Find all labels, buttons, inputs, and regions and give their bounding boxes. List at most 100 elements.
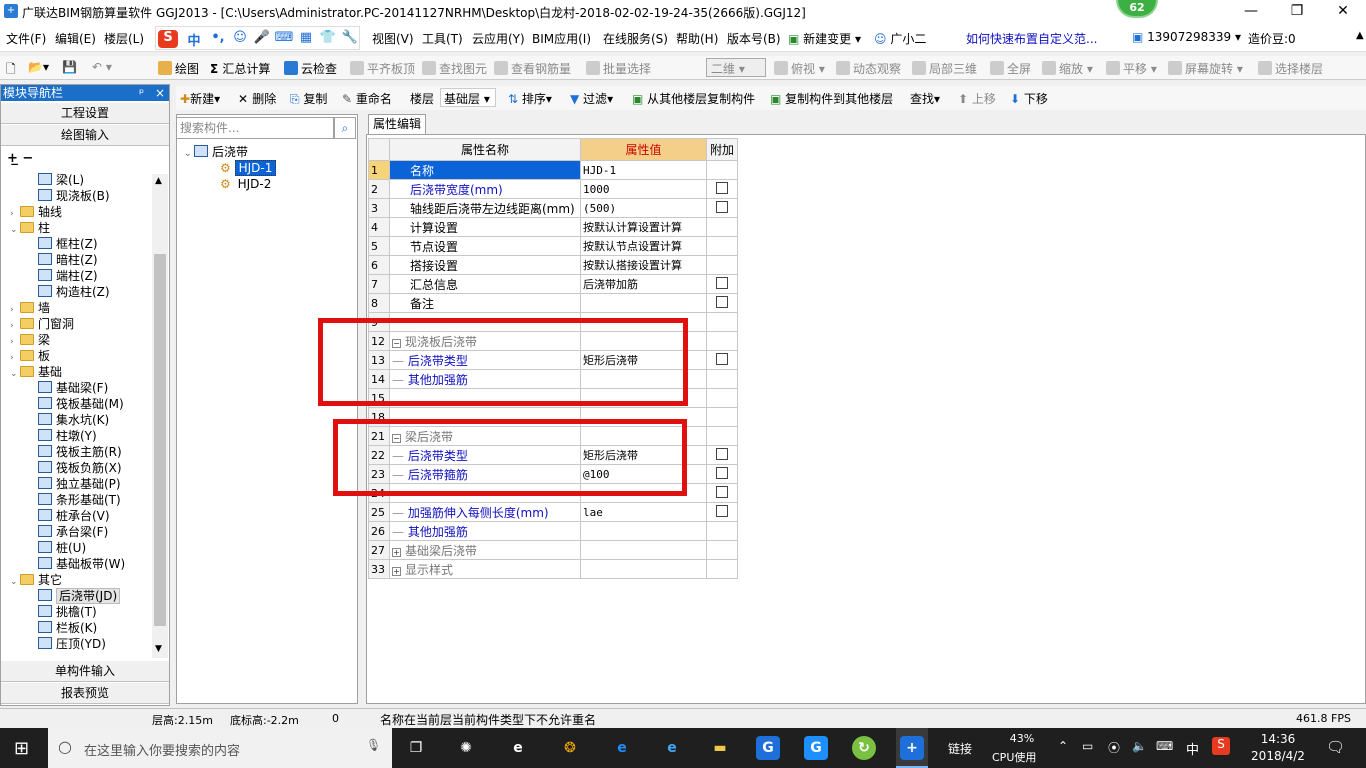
component-root[interactable]: ⌄ 后浇带 (184, 144, 248, 160)
punctuation-icon[interactable]: •, (208, 30, 228, 48)
tree-node[interactable]: 桩(U) (38, 540, 86, 556)
extra-checkbox[interactable] (716, 277, 728, 289)
tree-scrollbar[interactable]: ▲ ▼ (152, 174, 168, 658)
green-app-icon[interactable]: ↻ (852, 736, 876, 760)
tree-node[interactable]: 构造柱(Z) (38, 284, 110, 300)
account-menu[interactable]: ▣ 13907298339 ▾ (1132, 30, 1241, 44)
tree-node[interactable]: 承台梁(F) (38, 524, 108, 540)
property-value[interactable]: lae (580, 502, 707, 522)
volume-icon[interactable]: 🔈 (1132, 739, 1147, 753)
voice-icon[interactable]: 🎤 (252, 30, 272, 48)
property-value[interactable]: 后浇带加筋 (580, 274, 707, 294)
undo-icon[interactable]: ↶ ▾ (92, 60, 112, 74)
select-floor-button[interactable]: 选择楼层 (1258, 60, 1323, 77)
property-row[interactable]: 6 搭接设置 按默认搭接设置计算 (368, 255, 738, 275)
keyboard-icon[interactable]: ⌨ (274, 30, 294, 48)
dynamic-view-button[interactable]: 动态观察 (836, 60, 901, 77)
tree-node[interactable]: 筏板负筋(X) (38, 460, 122, 476)
local-3d-button[interactable]: 局部三维 (912, 60, 977, 77)
minimize-button[interactable]: — (1228, 0, 1274, 24)
tab-property-edit[interactable]: 属性编辑 (368, 114, 426, 134)
property-value[interactable]: (500) (580, 198, 707, 218)
scroll-down-icon[interactable]: ▼ (155, 644, 162, 654)
maximize-button[interactable]: ❐ (1274, 0, 1320, 24)
view-mode-select[interactable]: 二维 ▾ (706, 58, 766, 77)
extra-checkbox[interactable] (716, 296, 728, 308)
extra-checkbox[interactable] (716, 448, 728, 460)
open-file-icon[interactable]: 📂▾ (28, 60, 49, 74)
property-row[interactable]: 4 计算设置 按默认计算设置计算 (368, 217, 738, 237)
tree-node[interactable]: 集水坑(K) (38, 412, 109, 428)
new-change-menu[interactable]: ▣ 新建变更 ▾ (788, 30, 861, 47)
assistant-menu[interactable]: ☺ 广小二 (874, 30, 926, 47)
notification-icon[interactable]: 🗨 (1326, 738, 1345, 756)
expand-all-icon[interactable]: +̲ − (7, 151, 33, 166)
grid-icon[interactable]: ▦ (296, 30, 316, 48)
batch-select-button[interactable]: 批量选择 (586, 60, 651, 77)
new-component-button[interactable]: ✚新建▾ (180, 90, 220, 107)
property-value[interactable] (580, 540, 707, 560)
menu-online[interactable]: 在线服务(S) (603, 30, 668, 47)
tree-node[interactable]: › 轴线 (10, 204, 62, 220)
property-name-cell[interactable]: 汇总信息 (389, 274, 581, 294)
edge-icon[interactable]: e (610, 736, 634, 760)
property-row[interactable]: 26 其他加强筋 (368, 521, 738, 541)
property-value[interactable]: 按默认节点设置计算 (580, 236, 707, 256)
property-row[interactable]: 2 后浇带宽度(mm) 1000 (368, 179, 738, 199)
tree-node[interactable]: 筏板基础(M) (38, 396, 124, 412)
tray-app-icon[interactable]: ▭ (1082, 739, 1093, 753)
property-value[interactable]: HJD-1 (580, 160, 707, 180)
property-row[interactable]: 1 名称 HJD-1 (368, 160, 738, 180)
property-value[interactable]: 按默认计算设置计算 (580, 217, 707, 237)
sogou-tray-icon[interactable]: S (1212, 737, 1230, 755)
chevron-up-icon[interactable]: ▲ (1356, 30, 1364, 41)
property-value[interactable] (580, 559, 707, 579)
property-name-cell[interactable]: + 显示样式 (389, 559, 581, 579)
scroll-up-icon[interactable]: ▲ (155, 176, 162, 186)
move-up-button[interactable]: ⬆ 上移 (958, 90, 996, 107)
filter-button[interactable]: ▼ 过滤▾ (570, 90, 613, 107)
delete-component-button[interactable]: ✕ 删除 (238, 90, 276, 107)
property-value[interactable] (580, 521, 707, 541)
file-explorer-icon[interactable]: ▬ (708, 736, 732, 760)
cloud-check-button[interactable]: 云检查 (284, 60, 337, 77)
extra-checkbox[interactable] (716, 201, 728, 213)
menu-help[interactable]: 帮助(H) (676, 30, 718, 47)
clock-date[interactable]: 2018/4/2 (1250, 749, 1306, 763)
collapse-icon[interactable]: ⌄ (10, 222, 20, 238)
zoom-button[interactable]: 缩放 ▾ (1042, 60, 1093, 77)
expand-icon[interactable]: + (392, 566, 401, 576)
property-row[interactable]: 33 + 显示样式 (368, 559, 738, 579)
glodon-g-icon[interactable]: G (804, 736, 828, 760)
property-row[interactable]: 5 节点设置 按默认节点设置计算 (368, 236, 738, 256)
floor-select[interactable]: 基础层 ▾ (440, 88, 496, 107)
extra-checkbox[interactable] (716, 353, 728, 365)
property-value[interactable] (580, 293, 707, 313)
tree-node[interactable]: 框柱(Z) (38, 236, 98, 252)
fan-app-icon[interactable]: ✺ (454, 736, 478, 760)
menu-edit[interactable]: 编辑(E) (55, 30, 96, 47)
ie-old-icon[interactable]: e (506, 736, 530, 760)
property-name-cell[interactable]: 节点设置 (389, 236, 581, 256)
menu-view[interactable]: 视图(V) (372, 30, 414, 47)
collapse-icon[interactable]: ⌄ (184, 146, 194, 162)
find-button[interactable]: 查找▾ (910, 90, 940, 107)
tree-node[interactable]: ⌄ 其它 (10, 572, 62, 588)
ie-icon[interactable]: e (660, 736, 684, 760)
score-badge[interactable]: 62 (1116, 0, 1158, 18)
report-preview-button[interactable]: 报表预览 (1, 683, 169, 704)
task-view-icon[interactable]: ❐ (404, 736, 428, 760)
tray-chevron-icon[interactable]: ⌃ (1058, 739, 1068, 753)
help-link[interactable]: 如何快速布置自定义范... (966, 30, 1097, 47)
property-name-cell[interactable]: 轴线距后浇带左边线距离(mm) (389, 198, 581, 218)
extra-checkbox[interactable] (716, 467, 728, 479)
panel-close-icon[interactable]: × (155, 85, 165, 101)
menu-version[interactable]: 版本号(B) (727, 30, 781, 47)
microphone-icon[interactable]: 🎙 (366, 738, 381, 752)
tree-node[interactable]: › 墙 (10, 300, 50, 316)
taskbar-search[interactable]: ○ 在这里输入你要搜索的内容 🎙 (48, 728, 392, 768)
menu-bim[interactable]: BIM应用(I) (532, 30, 591, 47)
scrollbar-thumb[interactable] (154, 254, 166, 626)
tree-node[interactable]: 基础板带(W) (38, 556, 125, 572)
rotate-button[interactable]: 屏幕旋转 ▾ (1168, 60, 1243, 77)
